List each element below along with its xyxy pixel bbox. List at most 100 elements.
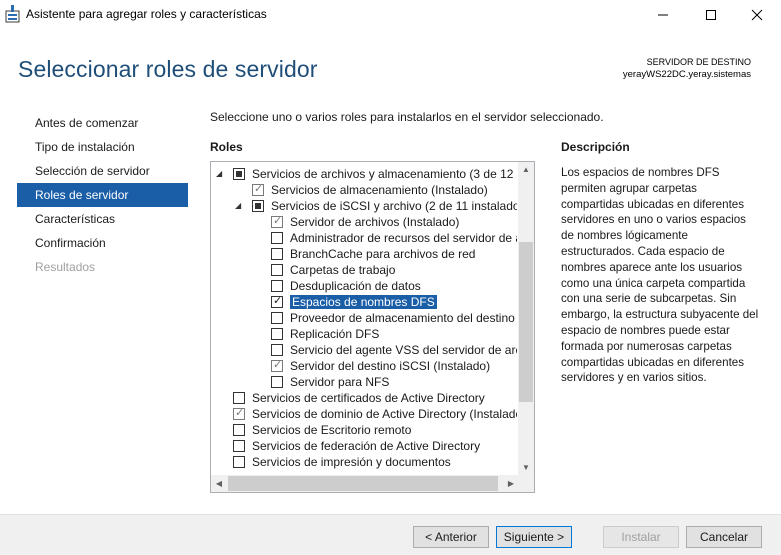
role-label[interactable]: Servicios de Escritorio remoto: [252, 423, 517, 437]
roles-tree-items: ◢ Servicios de archivos y almacenamiento …: [211, 166, 519, 470]
role-checkbox[interactable]: [271, 264, 283, 276]
role-tree-row[interactable]: Servicios de certificados de Active Dire…: [211, 390, 519, 406]
horizontal-scroll-thumb[interactable]: [228, 476, 498, 491]
role-label[interactable]: Servicios de iSCSI y archivo (2 de 11 in…: [271, 199, 517, 213]
role-tree-row[interactable]: ◢ Servicios de iSCSI y archivo (2 de 11 i…: [211, 198, 519, 214]
role-checkbox: ✓: [233, 407, 245, 420]
role-tree-row[interactable]: Desduplicación de datos: [211, 278, 519, 294]
role-checkbox: ✓: [271, 359, 283, 372]
role-label[interactable]: Servicios de impresión y documentos: [252, 455, 517, 469]
role-tree-row[interactable]: ✓ Servidor de archivos (Instalado): [211, 214, 519, 230]
scroll-right-icon[interactable]: ▶: [503, 475, 519, 492]
role-tree-row[interactable]: Carpetas de trabajo: [211, 262, 519, 278]
role-checkbox[interactable]: [252, 200, 264, 212]
role-label[interactable]: Desduplicación de datos: [290, 279, 517, 293]
next-button[interactable]: Siguiente >: [496, 526, 572, 548]
horizontal-scrollbar[interactable]: ◀ ▶: [211, 475, 519, 492]
role-tree-row[interactable]: Replicación DFS: [211, 326, 519, 342]
role-tree-row[interactable]: ✓ Servicios de almacenamiento (Instalado): [211, 182, 519, 198]
role-tree-row[interactable]: BranchCache para archivos de red: [211, 246, 519, 262]
destination-server-name: yerayWS22DC.yeray.sistemas: [622, 69, 751, 80]
role-tree-row[interactable]: Servidor para NFS: [211, 374, 519, 390]
close-icon: [751, 9, 763, 21]
role-checkbox[interactable]: [271, 376, 283, 388]
role-tree-row[interactable]: Administrador de recursos del servidor d…: [211, 230, 519, 246]
role-label[interactable]: Servicios de dominio de Active Directory…: [252, 407, 517, 421]
nav-item-caracteristicas[interactable]: Características: [17, 207, 188, 231]
minimize-icon: [658, 14, 668, 16]
minimize-button[interactable]: [640, 0, 686, 30]
collapse-arrow-icon[interactable]: ◢: [235, 201, 244, 210]
role-tree-row[interactable]: Servicios de federación de Active Direct…: [211, 438, 519, 454]
role-checkbox[interactable]: [271, 312, 283, 324]
role-checkbox[interactable]: [271, 328, 283, 340]
role-label[interactable]: Servicios de federación de Active Direct…: [252, 439, 517, 453]
description-text: Los espacios de nombres DFS permiten agr…: [561, 166, 759, 385]
role-label[interactable]: Servidor para NFS: [290, 375, 517, 389]
description-heading: Descripción: [561, 140, 630, 154]
scroll-down-icon[interactable]: ▼: [518, 460, 534, 476]
nav-item-seleccion-de-servidor[interactable]: Selección de servidor: [17, 159, 188, 183]
role-label[interactable]: Carpetas de trabajo: [290, 263, 517, 277]
maximize-button[interactable]: [688, 0, 734, 30]
title-bar: Asistente para agregar roles y caracterí…: [0, 0, 781, 30]
scroll-up-icon[interactable]: ▲: [518, 162, 534, 178]
instruction-text: Seleccione uno o varios roles para insta…: [210, 110, 604, 124]
checkmark-icon: ✓: [273, 359, 283, 371]
vertical-scrollbar[interactable]: ▲ ▼: [518, 162, 534, 476]
role-label[interactable]: BranchCache para archivos de red: [290, 247, 517, 261]
role-tree-row[interactable]: Proveedor de almacenamiento del destino …: [211, 310, 519, 326]
role-checkbox[interactable]: [233, 168, 245, 180]
cancel-button[interactable]: Cancelar: [686, 526, 762, 548]
role-checkbox[interactable]: [233, 440, 245, 452]
role-checkbox[interactable]: [233, 456, 245, 468]
role-tree-row[interactable]: ◢ Servicios de archivos y almacenamiento …: [211, 166, 519, 182]
role-label[interactable]: Servidor de archivos (Instalado): [290, 215, 517, 229]
nav-item-confirmacion[interactable]: Confirmación: [17, 231, 188, 255]
nav-item-resultados: Resultados: [35, 260, 96, 274]
role-tree-row[interactable]: ✓ Servidor del destino iSCSI (Instalado): [211, 358, 519, 374]
close-button[interactable]: [734, 0, 780, 30]
role-label[interactable]: Replicación DFS: [290, 327, 517, 341]
role-checkbox: ✓: [271, 215, 283, 228]
role-checkbox[interactable]: [233, 392, 245, 404]
role-tree-row[interactable]: Servicios de Escritorio remoto: [211, 422, 519, 438]
role-tree-row[interactable]: ✓ Servicios de dominio de Active Director…: [211, 406, 519, 422]
destination-server-label: SERVIDOR DE DESTINO: [646, 57, 751, 67]
vertical-scroll-thumb[interactable]: [519, 242, 533, 402]
role-label[interactable]: Proveedor de almacenamiento del destino …: [290, 311, 517, 325]
wizard-steps-nav: Antes de comenzar Tipo de instalación Se…: [17, 111, 188, 279]
role-label[interactable]: Servidor del destino iSCSI (Instalado): [290, 359, 517, 373]
role-checkbox[interactable]: [233, 424, 245, 436]
checkmark-icon: ✓: [254, 183, 264, 195]
nav-item-antes-de-comenzar[interactable]: Antes de comenzar: [17, 111, 188, 135]
role-checkbox: ✓: [252, 183, 264, 196]
scroll-left-icon[interactable]: ◀: [211, 475, 227, 492]
nav-item-tipo-de-instalacion[interactable]: Tipo de instalación: [17, 135, 188, 159]
role-label[interactable]: Servicios de certificados de Active Dire…: [252, 391, 517, 405]
role-checkbox[interactable]: ✓: [271, 295, 283, 308]
role-label[interactable]: Servicios de almacenamiento (Instalado): [271, 183, 517, 197]
roles-tree[interactable]: ◢ Servicios de archivos y almacenamiento …: [210, 161, 535, 493]
footer-bar: < Anterior Siguiente > Instalar Cancelar: [0, 514, 781, 555]
role-tree-row[interactable]: Servicio del agente VSS del servidor de …: [211, 342, 519, 358]
role-label[interactable]: Servicios de archivos y almacenamiento (…: [252, 167, 517, 181]
server-manager-icon: [5, 5, 20, 23]
checkmark-icon: ✓: [273, 295, 283, 307]
indeterminate-icon: [236, 171, 242, 177]
role-checkbox[interactable]: [271, 248, 283, 260]
nav-item-roles-de-servidor[interactable]: Roles de servidor: [17, 183, 188, 207]
scrollbar-corner: [518, 475, 534, 492]
role-tree-row[interactable]: ✓ Espacios de nombres DFS: [211, 294, 519, 310]
role-checkbox[interactable]: [271, 344, 283, 356]
role-tree-row[interactable]: Servicios de impresión y documentos: [211, 454, 519, 470]
checkmark-icon: ✓: [273, 215, 283, 227]
role-label[interactable]: Espacios de nombres DFS: [290, 295, 437, 309]
role-label[interactable]: Administrador de recursos del servidor d…: [290, 231, 517, 245]
role-checkbox[interactable]: [271, 280, 283, 292]
collapse-arrow-icon[interactable]: ◢: [216, 169, 225, 178]
page-title: Seleccionar roles de servidor: [18, 56, 318, 82]
back-button[interactable]: < Anterior: [413, 526, 489, 548]
role-label[interactable]: Servicio del agente VSS del servidor de …: [290, 343, 517, 357]
role-checkbox[interactable]: [271, 232, 283, 244]
